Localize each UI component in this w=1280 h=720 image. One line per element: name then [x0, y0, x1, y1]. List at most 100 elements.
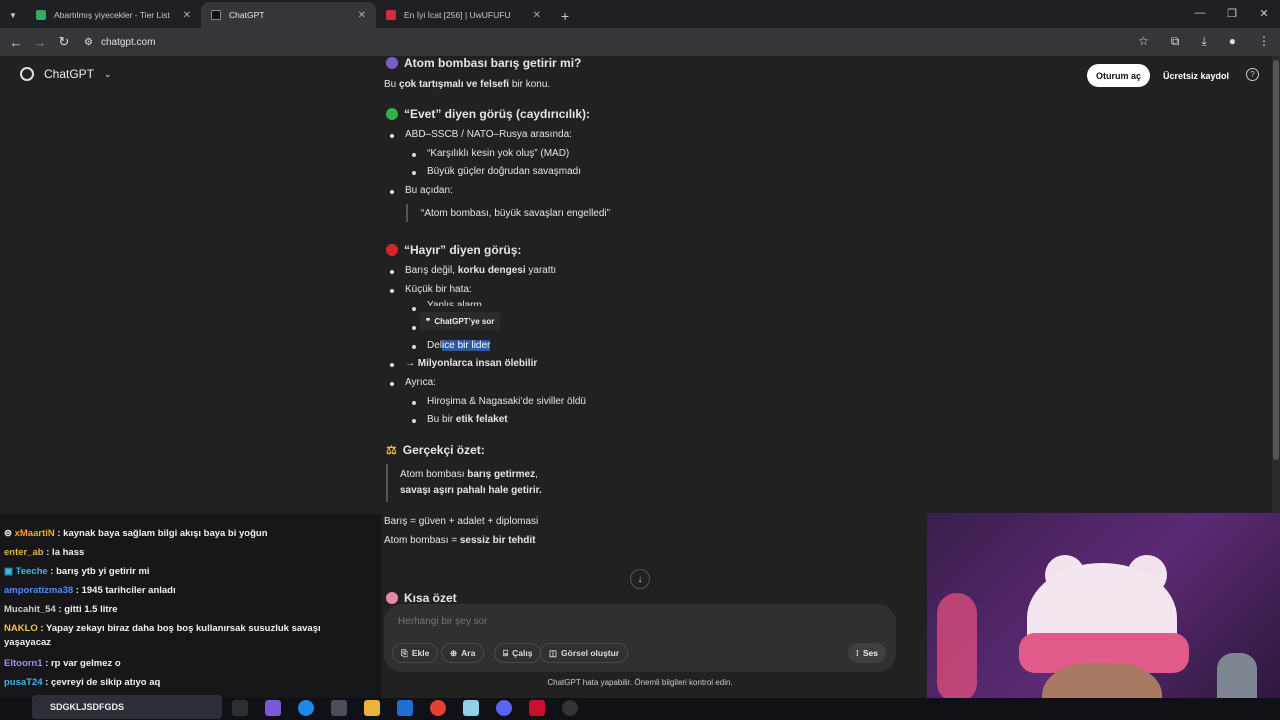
list-item: Bu açıdan:	[405, 185, 453, 196]
image-icon: ◫	[549, 647, 558, 658]
book-icon: ⌸	[503, 647, 509, 658]
chat-user: Teeche	[15, 566, 48, 577]
q1-post: ,	[535, 469, 538, 480]
new-tab-button[interactable]: +	[551, 8, 579, 28]
equation-line: Barış = güven + adalet + diplomasi	[384, 516, 539, 527]
copilot-icon[interactable]	[265, 700, 281, 716]
no4b-bold: etik felaket	[455, 414, 508, 425]
help-icon[interactable]: ?	[1246, 68, 1259, 81]
quote-line: Atom bombası barış getirmez,	[400, 469, 538, 480]
chat-text: : barış ytb yi getirir mi	[47, 566, 150, 577]
tab-label: En İyi İcat [256] | UwUFUFU	[404, 10, 511, 20]
minimize-icon[interactable]: —	[1184, 0, 1216, 26]
tab-uwufufu[interactable]: En İyi İcat [256] | UwUFUFU ✕	[376, 2, 551, 28]
toolbar-actions: ☆ ⧉ ⤓ ● ⋮	[1138, 34, 1270, 49]
no1-pre: Barış değil,	[405, 265, 458, 276]
chat-user: pusaT24	[4, 677, 43, 688]
restore-icon[interactable]: ❐	[1216, 0, 1248, 26]
reload-icon[interactable]: ↻	[52, 34, 76, 50]
close-window-icon[interactable]: ✕	[1248, 0, 1280, 26]
signup-button[interactable]: Ücretsiz kaydol	[1156, 64, 1236, 87]
short-heading-text: Kısa özet	[404, 591, 457, 605]
chrome-icon[interactable]	[430, 700, 446, 716]
close-icon[interactable]: ✕	[183, 10, 191, 21]
bullet	[390, 134, 394, 138]
selected-text[interactable]: ice bir lider	[442, 340, 491, 351]
chat-user: Eltoorn1	[4, 658, 43, 669]
bullet	[390, 270, 394, 274]
list-item: Bu bir etik felaket	[427, 414, 508, 425]
forward-icon[interactable]: →	[28, 35, 52, 50]
search-label: Ara	[461, 648, 476, 658]
browser-tab-strip: ▼ Abartılmış yiyecekler - Tier List ✕ Ch…	[0, 0, 1280, 28]
uwufufu-favicon-icon	[386, 10, 396, 20]
red-circle-icon	[386, 244, 398, 256]
chat-text: : rp var gelmez o	[42, 658, 121, 669]
chat-message: ▣ Teeche : barış ytb yi getirir mi	[4, 566, 150, 577]
chat-message: pusaT24 : çevreyi de sikip atıyo aq	[4, 677, 160, 688]
menu-icon[interactable]: ⋮	[1258, 34, 1270, 49]
scrollbar-thumb[interactable]	[1273, 60, 1279, 460]
tab-search-icon[interactable]: ▼	[0, 2, 26, 28]
openai-logo-icon	[20, 67, 34, 81]
chat-message: enter_ab : la hass	[4, 547, 84, 558]
tab-chatgpt[interactable]: ChatGPT ✕	[201, 2, 376, 28]
app-header: ChatGPT ⌄ Oturum aç Ücretsiz kaydol ?	[0, 56, 1280, 96]
window-controls: — ❐ ✕	[1184, 0, 1280, 26]
yes-heading: “Evet” diyen görüş (caydırıcılık):	[386, 107, 590, 121]
tab-label: ChatGPT	[229, 10, 265, 20]
message-title: Atom bombası barış getirir mi?	[386, 56, 581, 70]
scroll-down-button[interactable]: ↓	[630, 569, 650, 589]
search-button[interactable]: ⊕ Ara	[441, 643, 485, 663]
disclaimer: ChatGPT hata yapabilir. Önemli bilgileri…	[547, 678, 733, 687]
app-icon[interactable]	[529, 700, 545, 716]
selected-pre: Del	[427, 340, 443, 351]
notepad-icon[interactable]	[463, 700, 479, 716]
equation-line: Atom bombası = sessiz bir tehdit	[384, 535, 535, 546]
list-item: Yanlış alarm	[427, 300, 482, 306]
no1-bold: korku dengesi	[457, 265, 526, 276]
downloads-icon[interactable]: ⤓	[1201, 34, 1206, 49]
tier-list-favicon-icon	[36, 10, 46, 20]
create-image-button[interactable]: ◫ Görsel oluştur	[540, 643, 629, 663]
ask-chatgpt-tooltip[interactable]: ❞ ChatGPT’ye sor	[420, 312, 501, 330]
intro-text: Bu çok tartışmalı ve felsefi bir konu.	[384, 79, 550, 90]
prompt-input[interactable]	[398, 616, 698, 627]
discord-icon[interactable]	[496, 700, 512, 716]
login-button[interactable]: Oturum aç	[1087, 64, 1151, 87]
taskbar-search[interactable]: SDGKLJSDFGDS	[32, 695, 222, 719]
task-view-icon[interactable]	[232, 700, 248, 716]
edge-icon[interactable]	[298, 700, 314, 716]
chat-message: Mucahit_54 : gitti 1.5 litre	[4, 604, 118, 615]
close-icon[interactable]: ✕	[533, 10, 541, 21]
chat-user: enter_ab	[4, 547, 44, 558]
tab-tier-list[interactable]: Abartılmış yiyecekler - Tier List ✕	[26, 2, 201, 28]
attach-button[interactable]: ⎘ Ekle	[392, 643, 439, 663]
file-explorer-icon[interactable]	[364, 700, 380, 716]
bullet	[390, 289, 394, 293]
guitar-icon	[937, 593, 977, 703]
bullet	[412, 401, 416, 405]
site-info-icon[interactable]: ⚙	[84, 37, 93, 48]
list-item: → Milyonlarca insan ölebilir	[405, 358, 538, 369]
title-text: Atom bombası barış getirir mi?	[404, 56, 582, 70]
outlook-icon[interactable]	[397, 700, 413, 716]
url-text: chatgpt.com	[100, 36, 156, 48]
voice-button[interactable]: ⁞ Ses	[848, 643, 886, 663]
study-button[interactable]: ⌸ Çalış	[494, 643, 542, 663]
store-icon[interactable]	[331, 700, 347, 716]
back-icon[interactable]: ←	[4, 35, 28, 50]
close-icon[interactable]: ✕	[358, 10, 366, 21]
list-item: Büyük güçler doğrudan savaşmadı	[427, 166, 581, 177]
profile-icon[interactable]: ●	[1229, 34, 1236, 49]
tooltip-label: ChatGPT’ye sor	[434, 316, 495, 326]
obs-icon[interactable]	[562, 700, 578, 716]
address-bar[interactable]: ⚙ chatgpt.com	[84, 37, 155, 48]
bookmark-star-icon[interactable]: ☆	[1138, 34, 1149, 49]
model-selector[interactable]: ChatGPT ⌄	[20, 67, 112, 81]
chat-text: : 1945 tarihciler anladı	[73, 585, 176, 596]
chat-user: NAKLO	[4, 623, 38, 634]
extensions-icon[interactable]: ⧉	[1171, 34, 1180, 49]
list-item: Ayrıca:	[405, 377, 436, 388]
chat-badge-icon: ▣	[4, 566, 16, 577]
